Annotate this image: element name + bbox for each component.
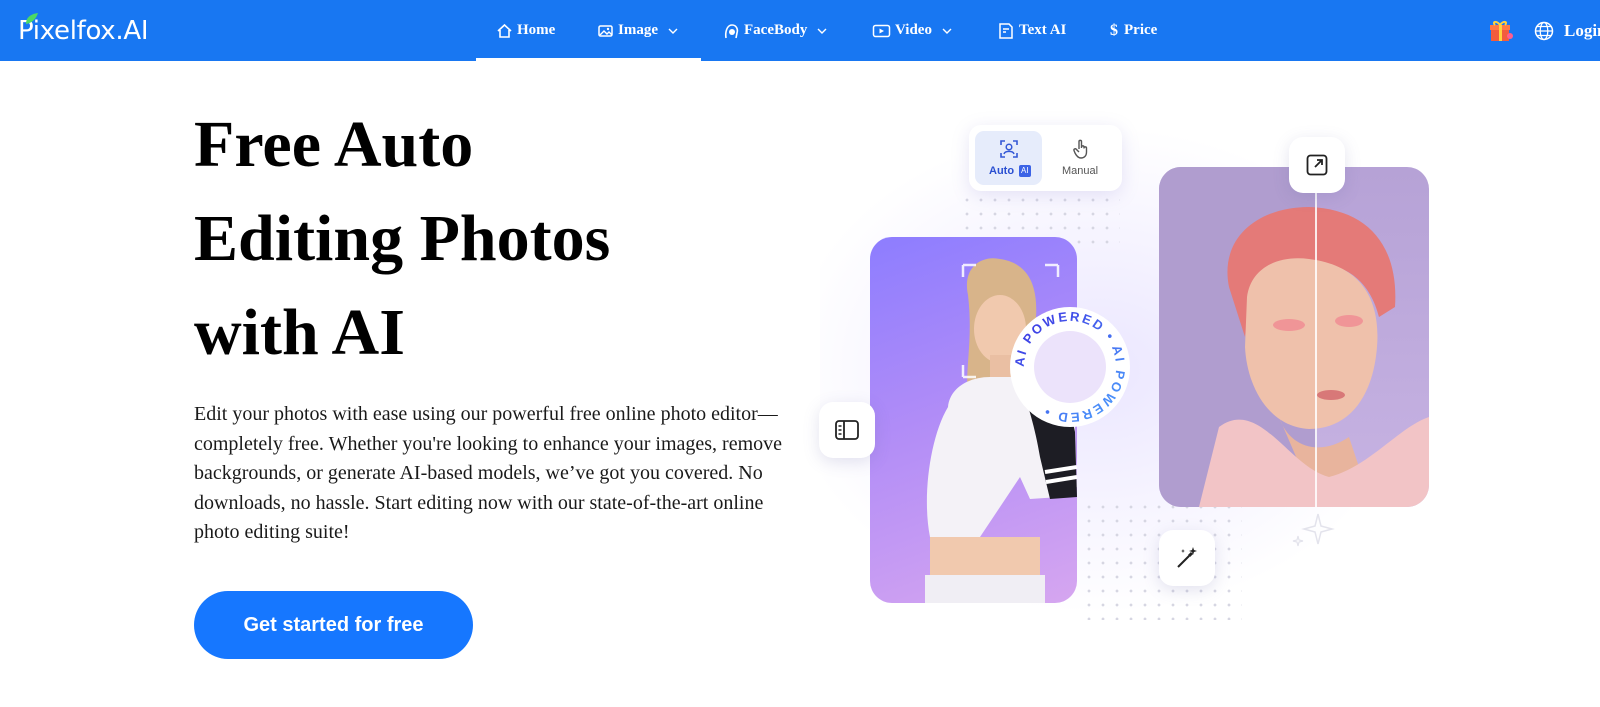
- hero-illustration: Auto AI Manual AI POWERED • AI POWERED •: [819, 105, 1440, 635]
- woman-portrait-image: [1159, 167, 1429, 507]
- nav-price-label: Price: [1124, 22, 1158, 38]
- language-button[interactable]: [1534, 0, 1554, 61]
- ai-badge: AI: [1019, 165, 1031, 177]
- expand-button[interactable]: [1289, 137, 1345, 193]
- text-ai-icon: [999, 22, 1013, 39]
- hero-title-line-1: Free Auto: [194, 108, 474, 181]
- chevron-down-icon: [942, 28, 952, 34]
- globe-icon: [1534, 21, 1554, 40]
- face-icon: [724, 23, 739, 38]
- video-icon: [872, 24, 891, 37]
- magic-wand-button[interactable]: [1159, 530, 1215, 586]
- nav-home-label: Home: [517, 22, 556, 38]
- auto-mode-tab[interactable]: Auto AI: [975, 131, 1042, 185]
- manual-mode-label: Manual: [1062, 165, 1099, 177]
- nav-active-indicator: [476, 58, 701, 61]
- dollar-icon: $: [1110, 21, 1118, 39]
- nav-facebody[interactable]: FaceBody: [723, 0, 827, 61]
- hand-pointer-icon: [1073, 139, 1088, 159]
- logo[interactable]: Pixelfox.AI: [18, 13, 149, 48]
- hero-title-line-3: with AI: [194, 296, 405, 369]
- hero-title: Free Auto Editing Photos with AI: [194, 98, 754, 380]
- nav-home[interactable]: Home: [496, 0, 555, 61]
- image-icon: [598, 24, 613, 37]
- auto-mode-label: Auto: [989, 165, 1015, 177]
- compare-button[interactable]: [819, 402, 875, 458]
- nav-facebody-label: FaceBody: [744, 22, 808, 38]
- top-nav: Pixelfox.AI Home Image FaceBody Video Te…: [0, 0, 1600, 61]
- nav-video[interactable]: Video: [872, 0, 952, 61]
- hero-description: Edit your photos with ease using our pow…: [194, 403, 783, 543]
- leaf-icon: [26, 13, 38, 24]
- manual-mode-tab[interactable]: Manual: [1047, 131, 1116, 185]
- nav-video-label: Video: [895, 22, 932, 38]
- login-label: Login: [1564, 20, 1600, 40]
- mode-toggle: Auto AI Manual: [969, 125, 1122, 191]
- nav-price[interactable]: $ Price: [1110, 0, 1157, 61]
- expand-icon: [1306, 154, 1328, 176]
- hero-title-line-2: Editing Photos: [194, 202, 611, 275]
- gift-icon: [1490, 20, 1513, 41]
- magic-wand-icon: [1177, 547, 1197, 568]
- chevron-down-icon: [817, 28, 827, 34]
- ai-powered-badge: AI POWERED • AI POWERED •: [1010, 307, 1130, 427]
- sparkle-icon: [1292, 513, 1335, 547]
- face-scan-icon: [1000, 140, 1018, 158]
- nav-image-label: Image: [618, 22, 658, 38]
- nav-text-ai[interactable]: Text AI: [997, 0, 1066, 61]
- nav-text-ai-label: Text AI: [1019, 22, 1067, 38]
- chevron-down-icon: [668, 28, 678, 34]
- get-started-button[interactable]: Get started for free: [194, 591, 473, 659]
- login-link[interactable]: Login: [1564, 0, 1600, 61]
- compare-panel-icon: [835, 420, 859, 440]
- portrait-photo-right: [1159, 167, 1429, 507]
- home-icon: [497, 23, 512, 38]
- gift-button[interactable]: [1488, 0, 1514, 61]
- nav-image[interactable]: Image: [597, 0, 678, 61]
